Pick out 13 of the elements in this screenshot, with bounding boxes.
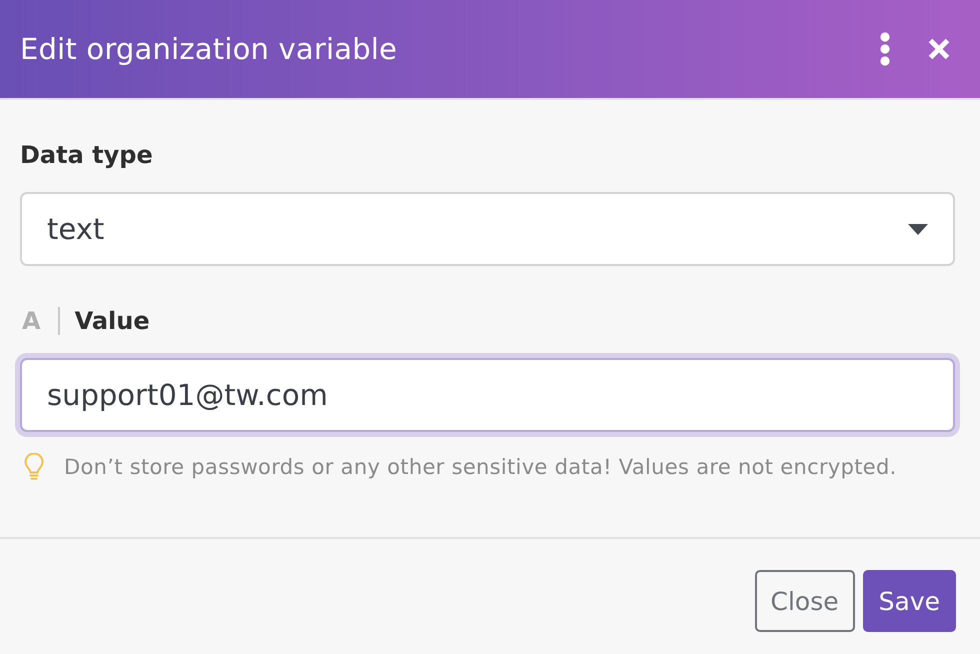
caret-down-icon bbox=[908, 224, 928, 234]
text-type-symbol: A bbox=[22, 306, 41, 336]
warning-hint: Don’t store passwords or any other sensitive data! Values are not encrypted. bbox=[64, 454, 897, 481]
dialog-title: Edit organization variable bbox=[20, 31, 398, 67]
close-icon[interactable] bbox=[928, 38, 950, 60]
secondary-button[interactable]: Close bbox=[754, 570, 855, 632]
value-input[interactable]: support01@tw.com bbox=[20, 358, 955, 432]
lightbulb-icon bbox=[24, 453, 44, 481]
primary-button[interactable]: Save bbox=[862, 570, 956, 632]
field-label: Data type bbox=[20, 140, 153, 170]
data-type-select[interactable]: text bbox=[20, 192, 955, 266]
field-label: Value bbox=[74, 306, 150, 336]
more-options-icon[interactable] bbox=[880, 32, 890, 66]
